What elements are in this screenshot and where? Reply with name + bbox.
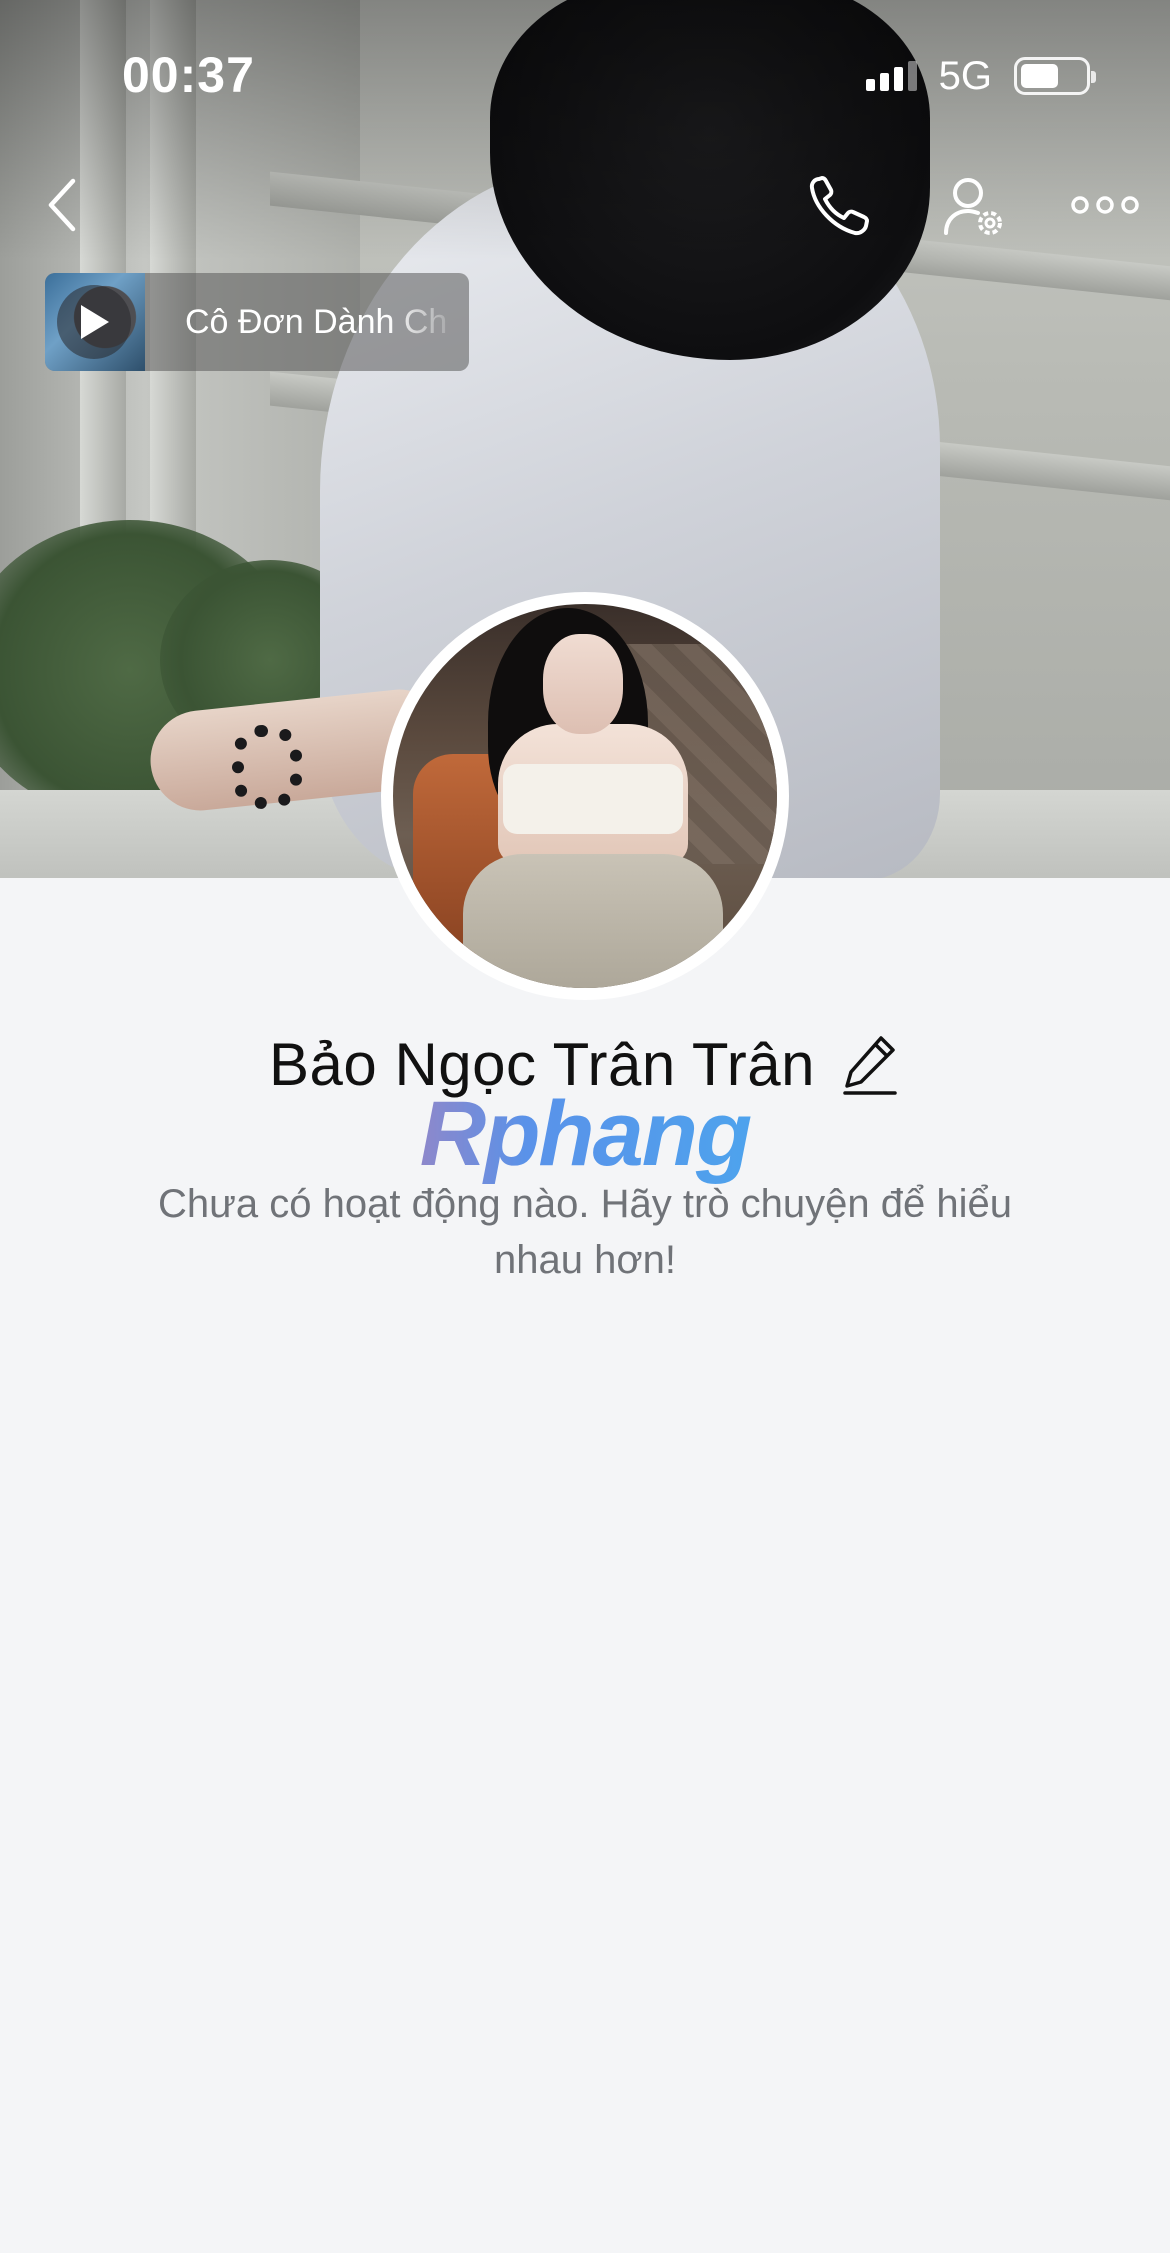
network-label: 5G (938, 53, 992, 98)
album-art (45, 273, 145, 371)
user-gear-icon (944, 178, 1002, 235)
battery-fill (1021, 64, 1059, 88)
avatar-photo (393, 604, 777, 988)
avatar-pants (463, 854, 723, 988)
status-time: 00:37 (122, 47, 255, 103)
music-title: Cô Đơn Dành Ch (185, 302, 448, 341)
avatar[interactable] (381, 592, 789, 1000)
signal-icon (865, 61, 917, 91)
play-button[interactable] (57, 285, 131, 359)
back-button[interactable] (32, 170, 92, 240)
play-icon (81, 305, 109, 339)
profile-music-chip[interactable]: Cô Đơn Dành Ch (45, 273, 469, 371)
profile-settings-button[interactable] (935, 170, 1015, 246)
watermark-logo: Rphang (0, 1082, 1170, 1187)
empty-activity-message: Chưa có hoạt động nào. Hãy trò chuyện để… (157, 1182, 1013, 1282)
call-button[interactable] (800, 170, 880, 242)
chevron-left-icon (48, 178, 76, 232)
cover-bracelet (232, 725, 302, 809)
phone-icon (809, 176, 869, 236)
status-indicators: 5G (865, 53, 1096, 98)
battery-icon (1014, 57, 1096, 95)
more-horizontal-icon (1071, 196, 1139, 214)
more-button[interactable] (1062, 180, 1148, 230)
avatar-face (543, 634, 623, 734)
avatar-top (503, 764, 683, 834)
